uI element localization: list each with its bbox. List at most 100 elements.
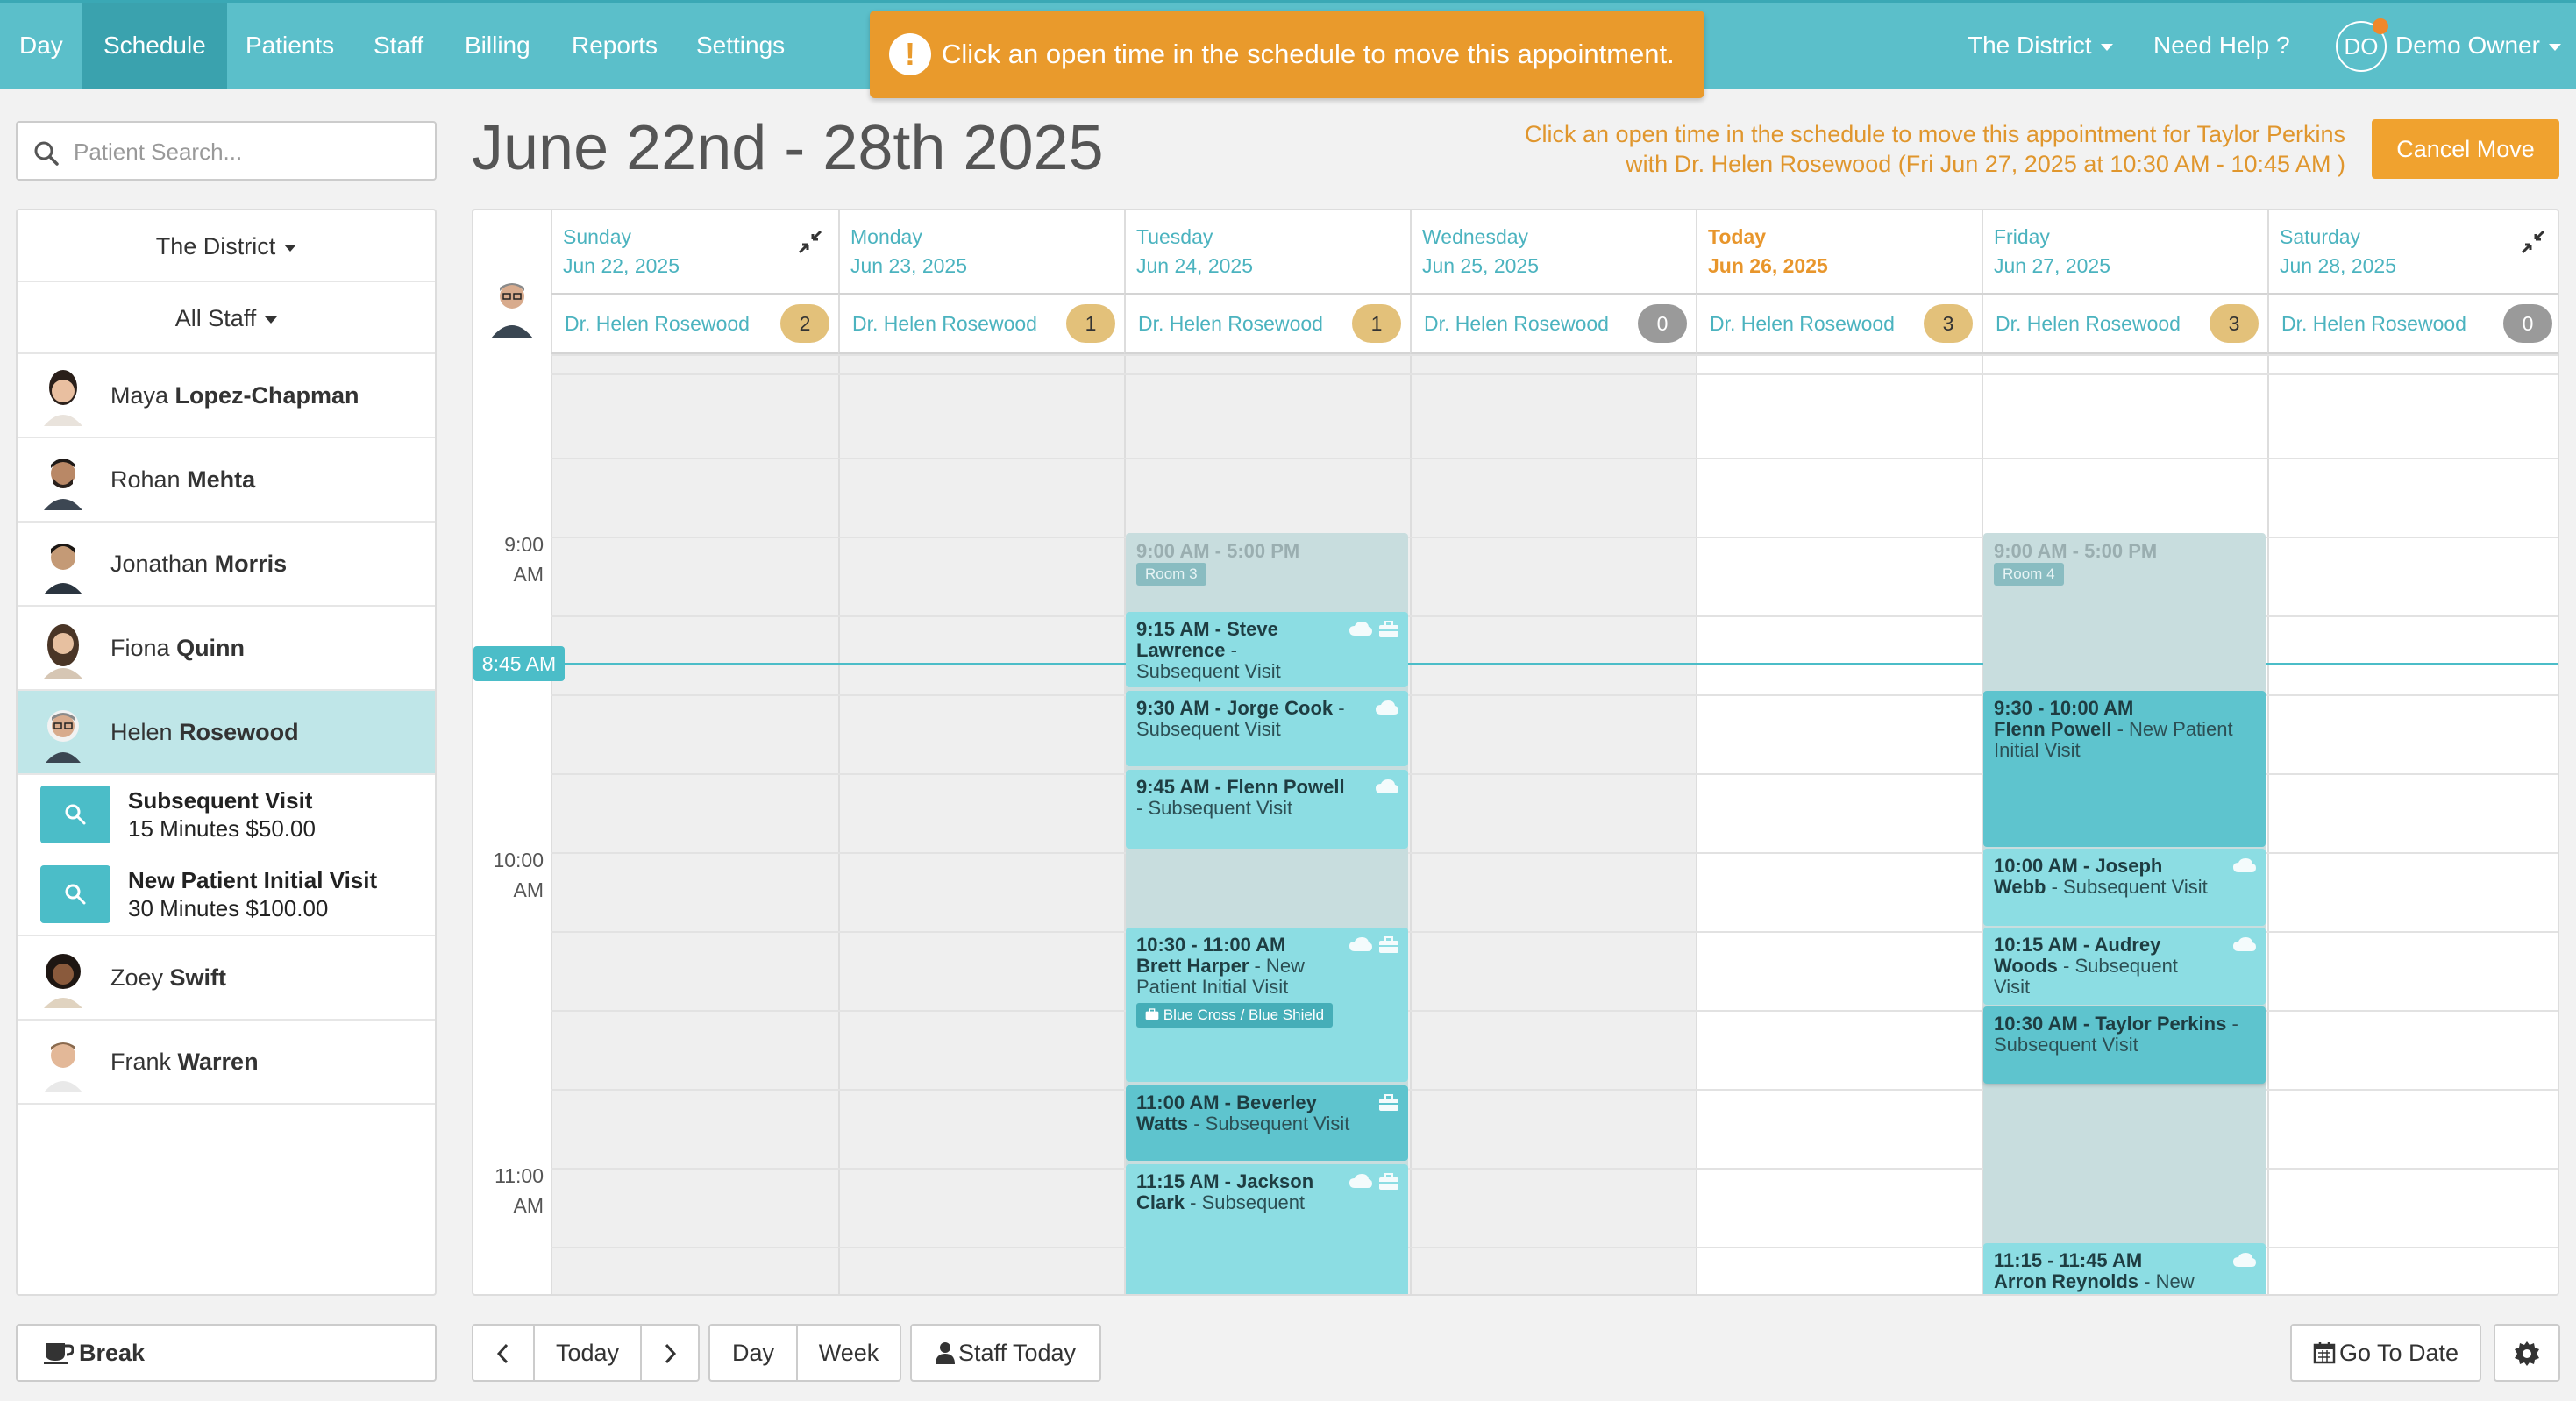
briefcase-icon [1145, 1008, 1159, 1020]
chevron-left-icon [496, 1343, 509, 1364]
day-staff-cell[interactable]: Dr. Helen Rosewood 0 [1410, 293, 1696, 354]
previous-week-button[interactable] [472, 1324, 535, 1382]
location-filter-dropdown[interactable]: The District [18, 210, 435, 282]
day-staff-name: Dr. Helen Rosewood [1710, 312, 1895, 335]
nav-reports[interactable]: Reports [552, 3, 677, 89]
day-name: Friday [1994, 225, 2050, 248]
day-header-tuesday[interactable]: Tuesday Jun 24, 2025 [1124, 210, 1410, 293]
cloud-icon [2233, 1253, 2256, 1267]
staff-filter-label: All Staff [174, 305, 257, 331]
staff-name: Frank Warren [110, 1048, 259, 1075]
day-name: Monday [850, 225, 922, 248]
nav-schedule[interactable]: Schedule [82, 3, 227, 89]
compress-icon[interactable] [2521, 230, 2545, 254]
nav-billing[interactable]: Billing [445, 3, 550, 89]
nav-staff[interactable]: Staff [354, 3, 443, 89]
break-button[interactable]: Break [16, 1324, 437, 1382]
appointment-card[interactable]: 10:15 AM - Audrey Woods - Subsequent Vis… [1983, 928, 2266, 1005]
day-staff-cell[interactable]: Dr. Helen Rosewood 1 [838, 293, 1124, 354]
day-name: Saturday [2280, 225, 2361, 248]
break-label: Break [79, 1340, 146, 1366]
compress-icon[interactable] [798, 230, 822, 254]
appointment-icons [2232, 936, 2257, 952]
settings-button[interactable] [2494, 1324, 2560, 1382]
staff-filter-dropdown[interactable]: All Staff [18, 282, 435, 354]
appointment-count-badge: 3 [2210, 304, 2259, 343]
search-icon [65, 804, 86, 825]
staff-avatar [44, 544, 82, 594]
appointment-card[interactable]: 10:00 AM - Joseph Webb - Subsequent Visi… [1983, 849, 2266, 926]
appointment-card[interactable]: 10:30 - 11:00 AM Brett Harper - New Patie… [1126, 928, 1408, 1082]
move-instructions-line: with Dr. Helen Rosewood (Fri Jun 27, 202… [1626, 151, 2345, 177]
staff-item-swift[interactable]: Zoey Swift [18, 936, 435, 1021]
appointment-card[interactable]: 11:15 - 11:45 AM Arron Reynolds - New [1983, 1243, 2266, 1294]
appointment-card-moving[interactable]: 10:30 AM - Taylor Perkins - Subsequent V… [1983, 1006, 2266, 1084]
today-button[interactable]: Today [533, 1324, 642, 1382]
nav-patients[interactable]: Patients [226, 3, 353, 89]
next-week-button[interactable] [640, 1324, 700, 1382]
day-date: Jun 26, 2025 [1708, 254, 1828, 277]
cloud-icon [1349, 1174, 1372, 1188]
appointment-card[interactable]: 9:30 - 10:00 AM Flenn Powell - New Patien… [1983, 691, 2266, 847]
location-label: The District [1968, 32, 2092, 59]
day-column-sunday[interactable] [551, 354, 838, 1294]
appointment-card[interactable]: 9:30 AM - Jorge Cook - Subsequent Visit [1126, 691, 1408, 766]
day-staff-cell[interactable]: Dr. Helen Rosewood 3 [1696, 293, 1982, 354]
move-instructions-line: Click an open time in the schedule to mo… [1525, 121, 2345, 147]
patient-search-input[interactable] [74, 133, 424, 170]
help-link[interactable]: Need Help ? [2153, 3, 2290, 89]
day-column-wednesday[interactable] [1410, 354, 1696, 1294]
staff-item-quinn[interactable]: Fiona Quinn [18, 607, 435, 691]
nav-day[interactable]: Day [0, 3, 82, 89]
nav-settings[interactable]: Settings [677, 3, 804, 89]
day-header-monday[interactable]: Monday Jun 23, 2025 [838, 210, 1124, 293]
staff-name: Rohan Mehta [110, 466, 256, 493]
service-item-new-patient[interactable]: New Patient Initial Visit 30 Minutes $10… [18, 854, 435, 936]
day-header-saturday[interactable]: Saturday Jun 28, 2025 [2267, 210, 2558, 293]
grid-line [551, 373, 2558, 375]
day-staff-cell[interactable]: Dr. Helen Rosewood 1 [1124, 293, 1410, 354]
location-filter-label: The District [155, 233, 276, 260]
patient-search[interactable] [16, 121, 437, 181]
staff-item-mehta[interactable]: Rohan Mehta [18, 438, 435, 523]
appointment-count-badge: 0 [2503, 304, 2552, 343]
staff-item-warren[interactable]: Frank Warren [18, 1021, 435, 1105]
appointment-card[interactable]: 11:15 AM - Jackson Clark - Subsequent [1126, 1164, 1408, 1294]
appointment-card[interactable]: 9:45 AM - Flenn Powell - Subsequent Visi… [1126, 770, 1408, 849]
day-column-today[interactable] [1696, 354, 1982, 1294]
service-search-button[interactable] [40, 786, 110, 843]
insurance-tag: Blue Cross / Blue Shield [1136, 1003, 1334, 1028]
day-header-wednesday[interactable]: Wednesday Jun 25, 2025 [1410, 210, 1696, 293]
day-column-monday[interactable] [838, 354, 1124, 1294]
staff-name: Zoey Swift [110, 964, 227, 991]
service-search-button[interactable] [40, 865, 110, 923]
day-column-saturday[interactable] [2267, 354, 2558, 1294]
day-date: Jun 25, 2025 [1422, 254, 1540, 277]
day-view-button[interactable]: Day [708, 1324, 798, 1382]
staff-today-button[interactable]: Staff Today [910, 1324, 1101, 1382]
staff-item-morris[interactable]: Jonathan Morris [18, 523, 435, 607]
appointment-icons [2232, 1252, 2257, 1268]
chevron-down-icon [284, 244, 297, 252]
service-item-subsequent-visit[interactable]: Subsequent Visit 15 Minutes $50.00 [18, 775, 435, 854]
cancel-move-button[interactable]: Cancel Move [2372, 119, 2559, 179]
location-dropdown[interactable]: The District [1968, 3, 2113, 89]
appointment-card[interactable]: 9:15 AM - Steve Lawrence - Subsequent Vi… [1126, 612, 1408, 687]
chevron-down-icon [265, 316, 278, 324]
day-staff-cell[interactable]: Dr. Helen Rosewood 0 [2267, 293, 2558, 354]
week-view-button[interactable]: Week [796, 1324, 901, 1382]
cloud-icon [1376, 700, 1398, 715]
go-to-date-button[interactable]: Go To Date [2290, 1324, 2481, 1382]
day-date: Jun 24, 2025 [1136, 254, 1254, 277]
cloud-icon [2233, 937, 2256, 951]
day-header-today[interactable]: Today Jun 26, 2025 [1696, 210, 1982, 293]
day-header-sunday[interactable]: Sunday Jun 22, 2025 [551, 210, 838, 293]
staff-item-lopez-chapman[interactable]: Maya Lopez-Chapman [18, 354, 435, 438]
cloud-icon [1349, 622, 1372, 636]
staff-item-rosewood[interactable]: Helen Rosewood [18, 691, 435, 775]
appointment-card[interactable]: 11:00 AM - Beverley Watts - Subsequent V… [1126, 1085, 1408, 1161]
day-staff-cell[interactable]: Dr. Helen Rosewood 2 [551, 293, 838, 354]
day-header-friday[interactable]: Friday Jun 27, 2025 [1982, 210, 2267, 293]
day-staff-cell[interactable]: Dr. Helen Rosewood 3 [1982, 293, 2267, 354]
user-menu[interactable]: Demo Owner [2395, 3, 2561, 89]
